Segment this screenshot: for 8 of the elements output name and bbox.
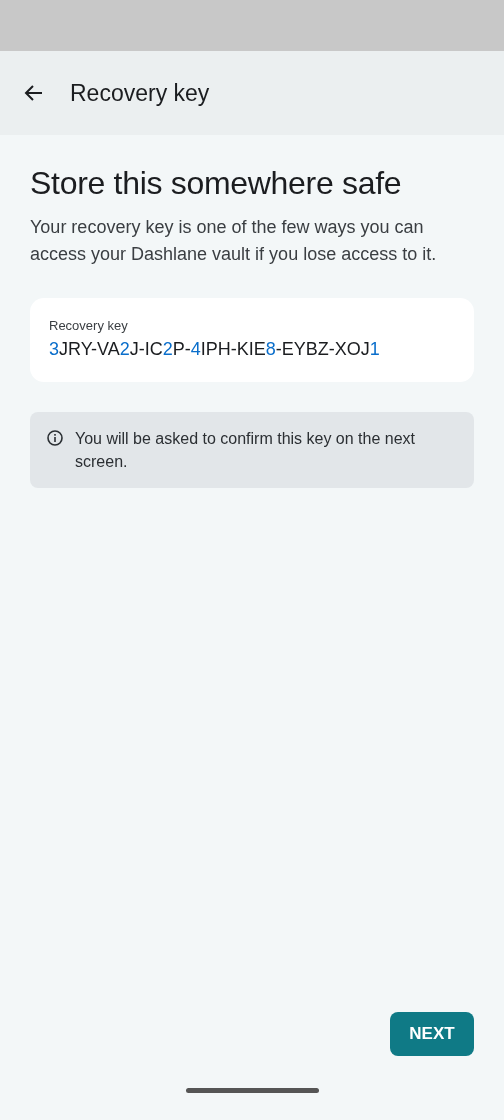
description: Your recovery key is one of the few ways you can access your Dashlane vault if you lose access to it. [30,216,438,266]
info-icon [46,429,64,447]
heading: Store this somewhere safe [30,165,403,202]
info-text: You will be asked to confirm this key on the next screen. [75,429,417,472]
recovery-key-label: Recovery key [49,318,129,333]
recovery-key-text: 3JRY-VA2J-IC2P-4IPH-KIE8-EYBZ-XOJ1 [49,339,381,360]
next-button[interactable]: NEXT [390,1012,474,1056]
screen-title: Recovery key [70,79,210,107]
